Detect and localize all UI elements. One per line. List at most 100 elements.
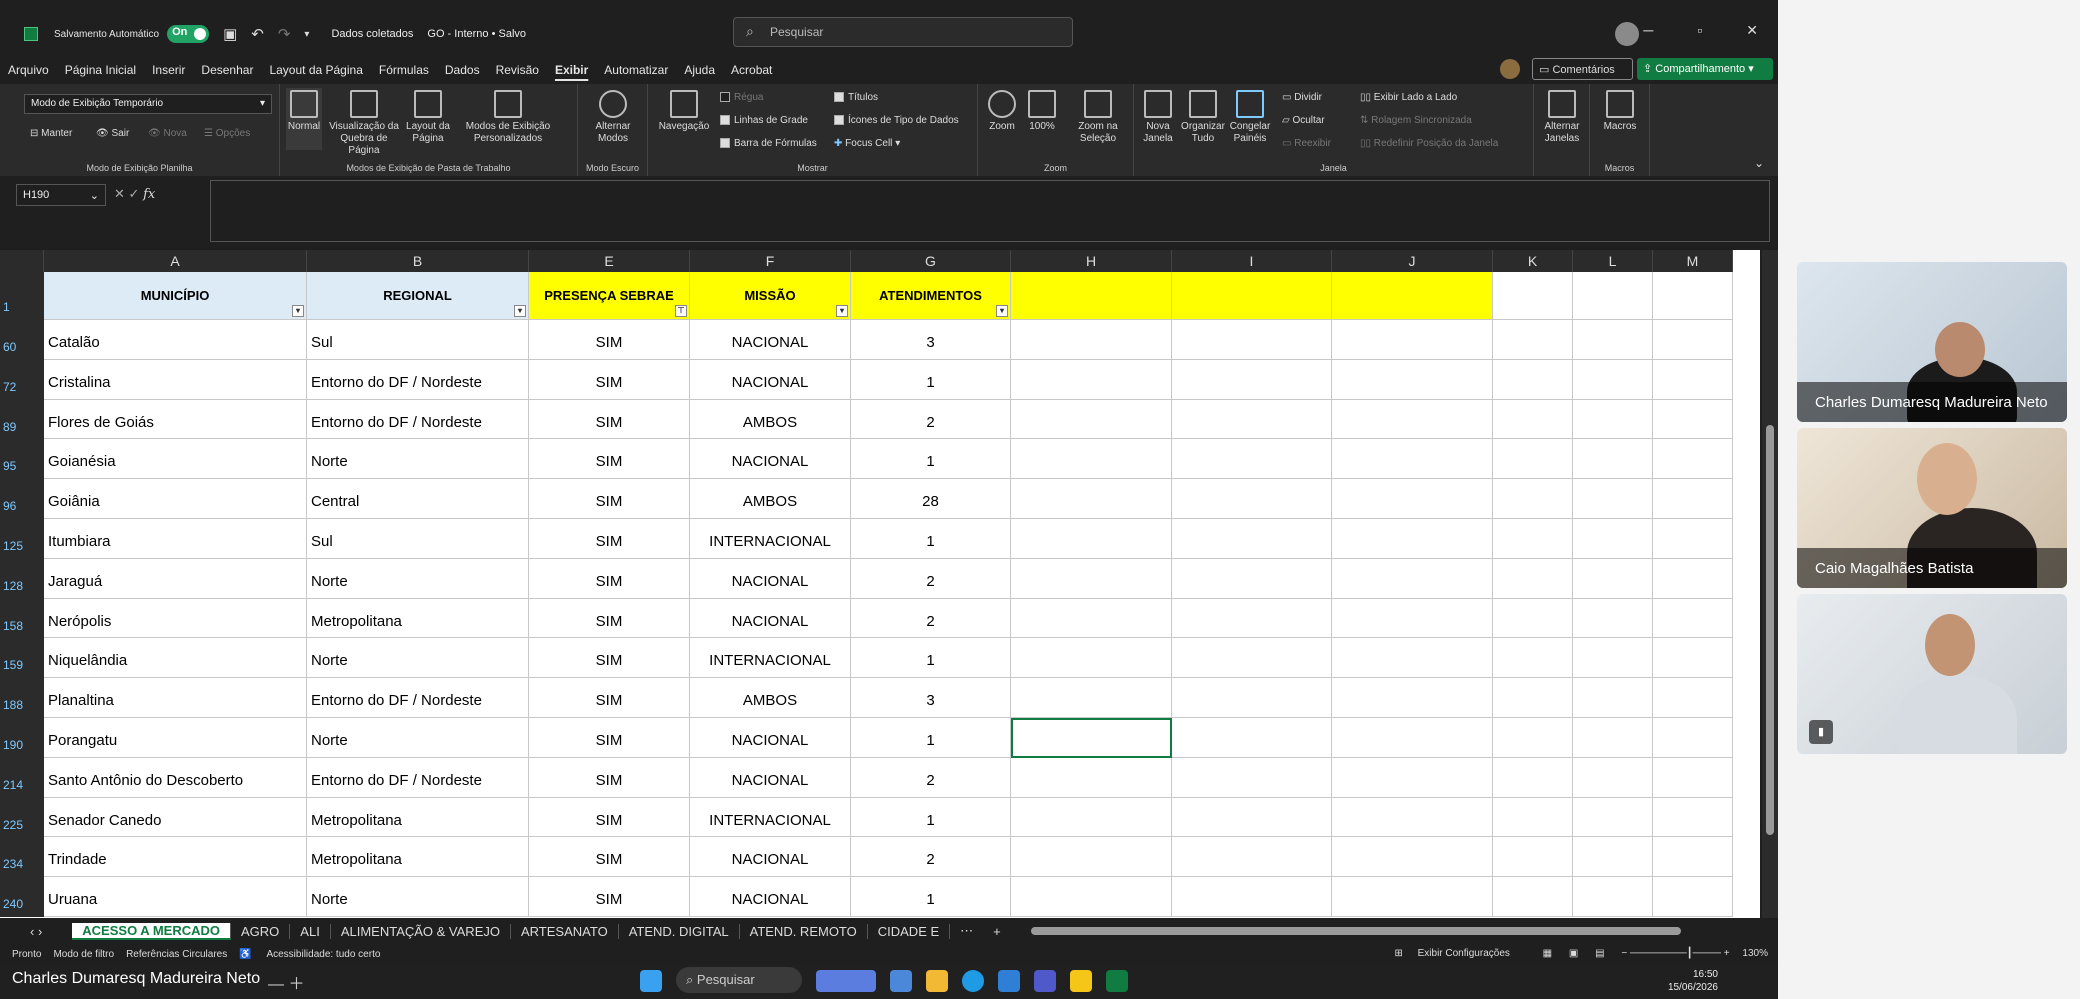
row-header[interactable]: 225: [0, 797, 44, 838]
header-cell[interactable]: MISSÃO ▾: [690, 272, 851, 320]
table-cell[interactable]: NACIONAL: [690, 598, 851, 639]
fx-icon[interactable]: fx: [143, 187, 155, 202]
table-cell[interactable]: Cristalina: [44, 359, 307, 400]
column-header[interactable]: M: [1653, 250, 1733, 272]
ribbon-tab-7[interactable]: Revisão: [488, 63, 547, 77]
table-cell[interactable]: [1172, 439, 1332, 480]
table-cell[interactable]: Norte: [307, 718, 529, 758]
table-cell[interactable]: [1172, 359, 1332, 400]
table-cell[interactable]: [1332, 519, 1493, 559]
task-view-icon[interactable]: [816, 970, 876, 992]
ribbon-tab-8[interactable]: Exibir: [547, 63, 596, 77]
table-cell[interactable]: SIM: [529, 399, 690, 440]
table-cell[interactable]: 1: [851, 718, 1011, 758]
table-cell[interactable]: Norte: [307, 877, 529, 917]
table-cell[interactable]: [1653, 558, 1733, 599]
table-cell[interactable]: [1493, 638, 1573, 679]
table-cell[interactable]: [1172, 399, 1332, 440]
row-header[interactable]: 60: [0, 320, 44, 360]
table-cell[interactable]: [1573, 359, 1653, 400]
table-cell[interactable]: [1493, 757, 1573, 798]
excel-taskbar-icon[interactable]: [1106, 970, 1128, 992]
zoom-slider[interactable]: − ────────┃──── +: [1621, 948, 1729, 959]
presenter-controls[interactable]: — ＋: [268, 970, 304, 994]
header-cell[interactable]: [1493, 272, 1573, 320]
reset-position-button[interactable]: ▯▯ Redefinir Posição da Janela: [1360, 138, 1498, 149]
table-cell[interactable]: INTERNACIONAL: [690, 519, 851, 559]
switch-windows-button[interactable]: Alternar Janelas: [1538, 90, 1586, 145]
header-cell[interactable]: PRESENÇA SEBRAE ⊤: [529, 272, 690, 320]
table-cell[interactable]: [1493, 359, 1573, 400]
header-cell[interactable]: [1172, 272, 1332, 320]
table-cell[interactable]: SIM: [529, 877, 690, 917]
table-cell[interactable]: Trindade: [44, 837, 307, 878]
table-cell[interactable]: [1011, 399, 1172, 440]
header-cell[interactable]: MUNICÍPIO ▾: [44, 272, 307, 320]
table-cell[interactable]: [1172, 320, 1332, 360]
column-header[interactable]: H: [1011, 250, 1172, 272]
table-cell[interactable]: SIM: [529, 359, 690, 400]
titles-checkbox[interactable]: Títulos: [834, 92, 878, 103]
autosave-toggle[interactable]: On: [167, 25, 210, 43]
table-cell[interactable]: [1653, 837, 1733, 878]
table-cell[interactable]: 28: [851, 479, 1011, 519]
table-cell[interactable]: [1653, 519, 1733, 559]
table-cell[interactable]: Uruana: [44, 877, 307, 917]
table-cell[interactable]: [1573, 837, 1653, 878]
column-header[interactable]: L: [1573, 250, 1653, 272]
column-header[interactable]: A: [44, 250, 307, 272]
table-cell[interactable]: SIM: [529, 797, 690, 838]
sheet-tab[interactable]: ARTESANATO: [511, 923, 619, 939]
table-cell[interactable]: 1: [851, 797, 1011, 838]
cancel-icon[interactable]: ✕: [114, 186, 125, 201]
collapse-ribbon-icon[interactable]: ⌄: [1754, 156, 1764, 170]
table-cell[interactable]: [1011, 638, 1172, 679]
table-cell[interactable]: NACIONAL: [690, 877, 851, 917]
table-cell[interactable]: [1011, 797, 1172, 838]
gridlines-checkbox[interactable]: Linhas de Grade: [720, 115, 808, 126]
table-cell[interactable]: [1573, 519, 1653, 559]
table-cell[interactable]: [1332, 757, 1493, 798]
row-header[interactable]: 72: [0, 359, 44, 400]
table-cell[interactable]: [1332, 359, 1493, 400]
exit-view-button[interactable]: 👁 Sair: [96, 128, 129, 139]
table-cell[interactable]: [1011, 678, 1172, 718]
data-type-icons-checkbox[interactable]: Ícones de Tipo de Dados: [834, 115, 959, 126]
table-cell[interactable]: Norte: [307, 638, 529, 679]
table-cell[interactable]: [1573, 598, 1653, 639]
table-cell[interactable]: INTERNACIONAL: [690, 638, 851, 679]
scroll-thumb[interactable]: [1766, 425, 1774, 835]
row-header[interactable]: 1: [0, 272, 44, 320]
toggle-dark-mode-button[interactable]: Alternar Modos: [586, 90, 640, 145]
sheet-tab[interactable]: ACESSO A MERCADO: [72, 922, 231, 940]
table-cell[interactable]: Norte: [307, 558, 529, 599]
table-cell[interactable]: AMBOS: [690, 479, 851, 519]
focus-cell-button[interactable]: ✚ Focus Cell ▾: [834, 138, 900, 149]
column-header[interactable]: I: [1172, 250, 1332, 272]
table-cell[interactable]: [1332, 320, 1493, 360]
header-cell[interactable]: [1653, 272, 1733, 320]
table-cell[interactable]: SIM: [529, 598, 690, 639]
table-cell[interactable]: Entorno do DF / Nordeste: [307, 359, 529, 400]
row-header[interactable]: 95: [0, 439, 44, 480]
table-cell[interactable]: [1011, 757, 1172, 798]
table-cell[interactable]: [1332, 598, 1493, 639]
taskbar-search[interactable]: ⌕ Pesquisar: [676, 967, 802, 993]
ribbon-tab-6[interactable]: Dados: [437, 63, 488, 77]
freeze-panes-button[interactable]: Congelar Painéis: [1226, 90, 1274, 145]
enter-icon[interactable]: ✓: [129, 186, 140, 201]
table-cell[interactable]: [1332, 439, 1493, 480]
table-cell[interactable]: [1011, 519, 1172, 559]
filter-dropdown-icon[interactable]: ▾: [836, 305, 848, 317]
table-cell[interactable]: [1332, 837, 1493, 878]
table-cell[interactable]: Goiânia: [44, 479, 307, 519]
table-cell[interactable]: [1653, 320, 1733, 360]
table-cell[interactable]: Sul: [307, 519, 529, 559]
table-cell[interactable]: Norte: [307, 439, 529, 480]
filter-dropdown-icon[interactable]: ▾: [514, 305, 526, 317]
filter-dropdown-icon[interactable]: ⊤: [675, 305, 687, 317]
arrange-all-button[interactable]: Organizar Tudo: [1180, 90, 1226, 145]
sheet-nav-arrows[interactable]: ‹ ›: [0, 924, 72, 939]
table-cell[interactable]: [1172, 757, 1332, 798]
column-header[interactable]: E: [529, 250, 690, 272]
